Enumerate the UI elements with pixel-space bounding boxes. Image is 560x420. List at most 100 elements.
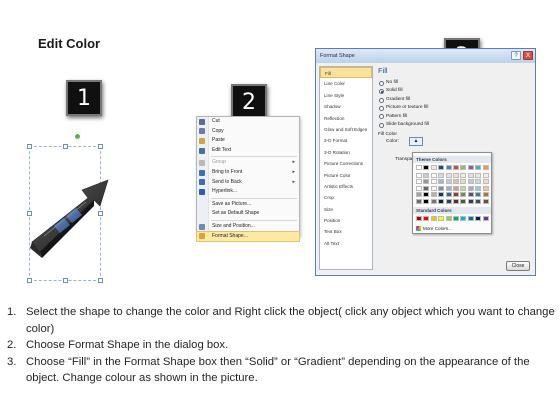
category-3-d-rotation[interactable]: 3-D Rotation — [320, 147, 372, 158]
menu-item-save-as-picture[interactable]: Save as Picture... — [197, 200, 299, 210]
theme-color-swatch[interactable] — [416, 179, 422, 185]
category-reflection[interactable]: Reflection — [320, 113, 372, 124]
theme-color-swatch[interactable] — [438, 185, 445, 191]
theme-color-swatch[interactable] — [467, 179, 474, 185]
menu-item-edit-text[interactable]: Edit Text — [197, 146, 299, 156]
menu-item-paste[interactable]: Paste — [197, 136, 299, 146]
standard-color-swatch[interactable] — [445, 216, 452, 221]
theme-color-swatch[interactable] — [460, 165, 467, 170]
fill-option-gradient-fill[interactable]: Gradient fill — [378, 96, 530, 104]
theme-color-swatch[interactable] — [416, 192, 422, 198]
theme-color-swatch[interactable] — [445, 192, 452, 198]
theme-color-swatch[interactable] — [416, 165, 422, 170]
resize-handle[interactable] — [98, 144, 103, 149]
category-picture-color[interactable]: Picture Color — [320, 170, 372, 181]
theme-color-swatch[interactable] — [416, 185, 422, 191]
radio-button[interactable] — [379, 80, 384, 86]
category-fill[interactable]: Fill — [320, 67, 372, 79]
theme-color-swatch[interactable] — [467, 198, 474, 204]
theme-color-swatch[interactable] — [453, 185, 459, 191]
menu-item-size-and-position[interactable]: Size and Position... — [197, 222, 299, 232]
theme-color-swatch[interactable] — [467, 192, 474, 198]
category-shadow[interactable]: Shadow — [320, 101, 372, 112]
category-text-box[interactable]: Text Box — [320, 226, 372, 237]
theme-color-swatch[interactable] — [438, 198, 445, 204]
category-alt-text[interactable]: Alt Text — [320, 238, 372, 249]
standard-color-swatch[interactable] — [423, 216, 430, 221]
theme-color-swatch[interactable] — [475, 192, 482, 198]
category-crop[interactable]: Crop — [320, 192, 372, 203]
theme-color-swatch[interactable] — [438, 192, 445, 198]
radio-button[interactable] — [379, 97, 384, 103]
close-window-button[interactable]: X — [523, 51, 533, 60]
theme-color-swatch[interactable] — [482, 198, 489, 204]
standard-color-swatch[interactable] — [482, 216, 489, 221]
category-glow-and-soft-edges[interactable]: Glow and Soft Edges — [320, 124, 372, 135]
theme-color-swatch[interactable] — [423, 192, 430, 198]
theme-color-swatch[interactable] — [438, 165, 445, 170]
category-picture-corrections[interactable]: Picture Corrections — [320, 158, 372, 169]
standard-color-swatch[interactable] — [460, 216, 467, 221]
theme-color-swatch[interactable] — [475, 198, 482, 204]
category-line-color[interactable]: Line Color — [320, 78, 372, 89]
close-button[interactable]: Close — [506, 261, 530, 271]
theme-color-swatch[interactable] — [445, 165, 452, 170]
radio-button[interactable] — [379, 122, 384, 128]
theme-color-swatch[interactable] — [445, 172, 452, 178]
menu-item-copy[interactable]: Copy — [197, 127, 299, 137]
fill-option-no-fill[interactable]: No fill — [378, 79, 530, 87]
standard-color-swatch[interactable] — [416, 216, 422, 221]
theme-color-swatch[interactable] — [460, 192, 467, 198]
fill-option-slide-background-fill[interactable]: Slide background fill — [378, 121, 530, 129]
theme-color-swatch[interactable] — [430, 185, 437, 191]
theme-color-swatch[interactable] — [423, 185, 430, 191]
theme-color-swatch[interactable] — [482, 165, 489, 170]
theme-color-swatch[interactable] — [430, 172, 437, 178]
theme-color-swatch[interactable] — [460, 179, 467, 185]
theme-color-swatch[interactable] — [453, 192, 459, 198]
theme-color-swatch[interactable] — [460, 198, 467, 204]
theme-color-swatch[interactable] — [467, 185, 474, 191]
theme-color-swatch[interactable] — [467, 165, 474, 170]
radio-button[interactable] — [379, 114, 384, 120]
menu-item-group[interactable]: Group ▸ — [197, 158, 299, 168]
theme-color-swatch[interactable] — [430, 165, 437, 170]
theme-color-swatch[interactable] — [453, 179, 459, 185]
theme-color-swatch[interactable] — [453, 198, 459, 204]
theme-color-swatch[interactable] — [460, 185, 467, 191]
theme-color-swatch[interactable] — [423, 172, 430, 178]
category-3-d-format[interactable]: 3-D Format — [320, 135, 372, 146]
theme-color-swatch[interactable] — [445, 179, 452, 185]
menu-item-set-as-default-shape[interactable]: Set as Default Shape — [197, 209, 299, 219]
theme-color-swatch[interactable] — [453, 172, 459, 178]
theme-color-swatch[interactable] — [416, 198, 422, 204]
theme-color-swatch[interactable] — [438, 179, 445, 185]
fill-option-solid-fill[interactable]: Solid fill — [378, 87, 530, 95]
radio-button[interactable] — [379, 105, 384, 111]
theme-color-swatch[interactable] — [423, 198, 430, 204]
theme-color-swatch[interactable] — [430, 179, 437, 185]
resize-handle[interactable] — [27, 278, 32, 283]
theme-color-swatch[interactable] — [482, 179, 489, 185]
theme-color-swatch[interactable] — [416, 172, 422, 178]
theme-color-swatch[interactable] — [423, 179, 430, 185]
puzzle-arrow-shape[interactable] — [20, 150, 130, 275]
theme-color-swatch[interactable] — [445, 185, 452, 191]
standard-color-swatch[interactable] — [453, 216, 459, 221]
rotation-handle[interactable] — [75, 134, 80, 139]
theme-color-swatch[interactable] — [475, 185, 482, 191]
theme-color-swatch[interactable] — [445, 198, 452, 204]
help-button[interactable]: ? — [511, 51, 521, 60]
theme-color-swatch[interactable] — [482, 172, 489, 178]
theme-color-swatch[interactable] — [423, 165, 430, 170]
menu-item-format-shape[interactable]: Format Shape... — [196, 230, 300, 243]
menu-item-hyperlink[interactable]: Hyperlink... — [197, 187, 299, 197]
standard-color-swatch[interactable] — [438, 216, 445, 221]
standard-color-swatch[interactable] — [475, 216, 482, 221]
menu-item-bring-to-front[interactable]: Bring to Front ▸ — [197, 168, 299, 178]
theme-color-swatch[interactable] — [430, 192, 437, 198]
theme-color-swatch[interactable] — [460, 172, 467, 178]
standard-color-swatch[interactable] — [430, 216, 437, 221]
resize-handle[interactable] — [63, 278, 68, 283]
category-size[interactable]: Size — [320, 204, 372, 215]
